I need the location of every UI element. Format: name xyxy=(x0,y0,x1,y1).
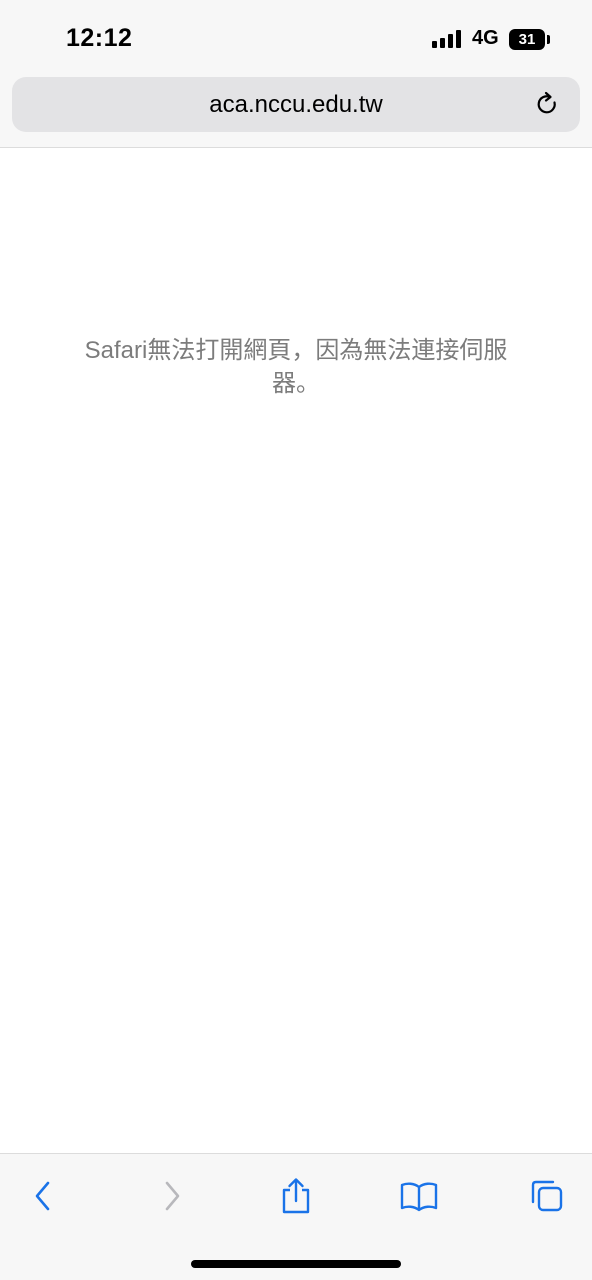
tabs-button[interactable] xyxy=(524,1174,568,1218)
forward-chevron-icon xyxy=(165,1181,180,1211)
reload-icon[interactable] xyxy=(533,90,561,118)
cellular-signal-icon xyxy=(432,30,461,48)
top-chrome: 12:12 4G 31 aca.nccu.edu.tw xyxy=(0,0,592,148)
web-content: Safari無法打開網頁，因為無法連接伺服器。 xyxy=(0,149,592,1153)
url-text[interactable]: aca.nccu.edu.tw xyxy=(12,77,580,132)
address-bar[interactable]: aca.nccu.edu.tw xyxy=(12,77,580,132)
bottom-toolbar xyxy=(0,1153,592,1280)
network-type: 4G xyxy=(472,27,499,49)
share-button[interactable] xyxy=(274,1174,318,1218)
status-bar: 12:12 4G 31 xyxy=(0,0,592,76)
home-indicator[interactable] xyxy=(191,1260,401,1268)
status-time: 12:12 xyxy=(66,24,133,52)
battery-tip xyxy=(547,35,550,44)
back-chevron-icon xyxy=(35,1181,50,1211)
share-icon xyxy=(282,1178,310,1214)
bookmarks-book-icon xyxy=(400,1182,438,1212)
battery-icon: 31 xyxy=(509,29,545,50)
forward-button[interactable] xyxy=(150,1174,194,1218)
back-button[interactable] xyxy=(21,1174,65,1218)
battery-level: 31 xyxy=(518,31,536,48)
error-message: Safari無法打開網頁，因為無法連接伺服器。 xyxy=(84,337,508,397)
tabs-icon xyxy=(531,1180,563,1212)
bookmarks-button[interactable] xyxy=(397,1174,441,1218)
